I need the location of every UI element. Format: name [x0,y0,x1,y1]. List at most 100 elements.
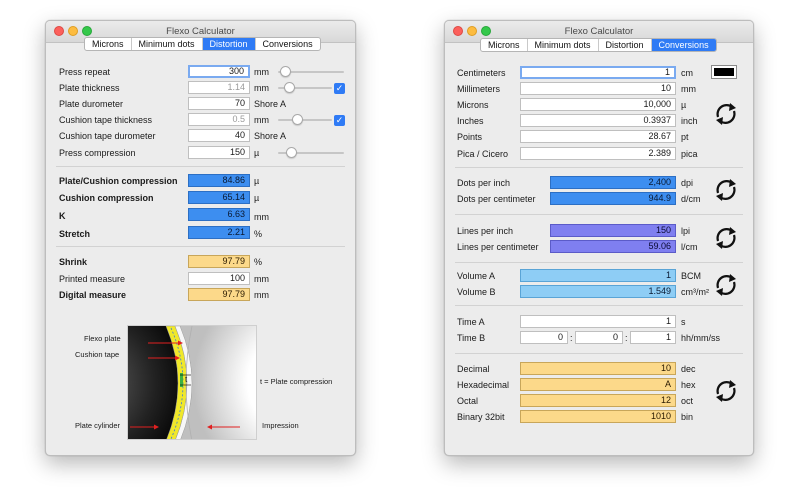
plate-thickness-label: Plate thickness [59,83,120,93]
volume-a-label: Volume A [457,271,496,281]
digital-measure-label: Digital measure [59,290,127,300]
press-compression-slider[interactable] [278,147,344,159]
press-repeat-input[interactable]: 300 [188,65,250,78]
millimeters-label: Millimeters [457,84,501,94]
decimal-input[interactable]: 10 [520,362,676,375]
tab-distortion[interactable]: Distortion [599,39,652,51]
time-b-minutes-input[interactable]: 0 [575,331,623,344]
tab-minimum-dots[interactable]: Minimum dots [528,39,599,51]
flexo-plate-label: Flexo plate [84,334,121,343]
lines-per-centimeter-unit: l/cm [681,242,698,252]
color-well[interactable] [711,65,737,79]
tab-conversions[interactable]: Conversions [256,38,320,50]
millimeters-input[interactable]: 10 [520,82,676,95]
digital-measure-unit: mm [254,290,269,300]
points-label: Points [457,132,483,142]
hexadecimal-label: Hexadecimal [457,380,510,390]
tab-conversions[interactable]: Conversions [651,39,716,51]
lines-per-inch-input[interactable]: 150 [550,224,676,237]
lines-per-centimeter-input[interactable]: 59.06 [550,240,676,253]
centimeters-unit: cm [681,68,693,78]
points-input[interactable]: 28.67 [520,130,676,143]
press-compression-unit: µ [254,148,260,158]
refresh-icon[interactable] [711,223,741,253]
volume-b-unit: cm³/m² [681,287,709,297]
tab-distortion[interactable]: Distortion [202,38,256,50]
refresh-icon[interactable] [711,99,741,129]
cushion-tape-thickness-input[interactable]: 0.5 [188,113,250,126]
time-b-hours-input[interactable]: 0 [520,331,568,344]
inches-input[interactable]: 0.3937 [520,114,676,127]
lines-per-inch-label: Lines per inch [457,226,514,236]
dots-per-inch-input[interactable]: 2,400 [550,176,676,189]
dots-per-inch-label: Dots per inch [457,178,511,188]
press-repeat-slider[interactable] [278,66,344,78]
stretch-unit: % [254,229,263,239]
microns-input[interactable]: 10,000 [520,98,676,111]
dots-per-centimeter-unit: d/cm [681,194,701,204]
press-repeat-unit: mm [254,67,269,77]
plate-thickness-unit: mm [254,83,269,93]
cushion-tape-thickness-unit: mm [254,115,269,125]
separator [455,305,743,306]
binary-unit: bin [681,412,694,422]
lines-per-centimeter-label: Lines per centimeter [457,242,539,252]
binary-input[interactable]: 1010 [520,410,676,423]
t-caption: t = Plate compression [260,377,333,386]
decimal-unit: dec [681,364,696,374]
binary-label: Binary 32bit [457,412,505,422]
cushion-tape-thickness-slider[interactable] [278,114,332,126]
time-colon: : [625,333,628,343]
octal-label: Octal [457,396,479,406]
separator [56,246,345,247]
volume-a-unit: BCM [681,271,701,281]
shrink-label: Shrink [59,257,88,267]
separator [455,214,743,215]
press-compression-input[interactable]: 150 [188,146,250,159]
volume-a-input[interactable]: 1 [520,269,676,282]
dots-per-centimeter-label: Dots per centimeter [457,194,536,204]
hexadecimal-input[interactable]: A [520,378,676,391]
tab-microns[interactable]: Microns [481,39,528,51]
stretch-label: Stretch [59,229,91,239]
pica-cicero-input[interactable]: 2.389 [520,147,676,160]
cushion-tape-durometer-label: Cushion tape durometer [59,131,156,141]
time-b-seconds-input[interactable]: 1 [630,331,676,344]
tab-minimum-dots[interactable]: Minimum dots [132,38,203,50]
digital-measure-value: 97.79 [188,288,250,301]
octal-unit: oct [681,396,694,406]
tab-microns[interactable]: Microns [85,38,132,50]
printed-measure-input[interactable]: 100 [188,272,250,285]
shrink-value: 97.79 [188,255,250,268]
plate-thickness-input[interactable]: 1.14 [188,81,250,94]
refresh-icon[interactable] [711,175,741,205]
plate-cylinder-label: Plate cylinder [75,421,121,430]
plate-durometer-input[interactable]: 70 [188,97,250,110]
volume-b-input[interactable]: 1.549 [520,285,676,298]
cushion-tape-durometer-input[interactable]: 40 [188,129,250,142]
cushion-tape-thickness-label: Cushion tape thickness [59,115,153,125]
centimeters-input[interactable]: 1 [520,66,676,79]
dots-per-centimeter-input[interactable]: 944.9 [550,192,676,205]
time-colon: : [570,333,573,343]
impression-label: Impression [262,421,299,430]
refresh-icon[interactable] [711,270,741,300]
hexadecimal-unit: hex [681,380,696,390]
separator [56,166,345,167]
stretch-value: 2.21 [188,226,250,239]
dots-per-inch-unit: dpi [681,178,694,188]
plate-thickness-slider[interactable] [278,82,332,94]
tab-bar: Microns Minimum dots Distortion Conversi… [480,38,717,52]
plate-thickness-checkbox[interactable]: ✓ [334,83,345,94]
points-unit: pt [681,132,689,142]
octal-input[interactable]: 12 [520,394,676,407]
time-b-unit: hh/mm/ss [681,333,721,343]
cushion-tape-thickness-checkbox[interactable]: ✓ [334,115,345,126]
refresh-icon[interactable] [711,376,741,406]
cushion-compression-value: 65.14 [188,191,250,204]
microns-unit: µ [681,100,687,110]
plate-durometer-label: Plate durometer [59,99,124,109]
cushion-compression-unit: µ [254,193,260,203]
time-a-input[interactable]: 1 [520,315,676,328]
k-label: K [59,211,66,221]
